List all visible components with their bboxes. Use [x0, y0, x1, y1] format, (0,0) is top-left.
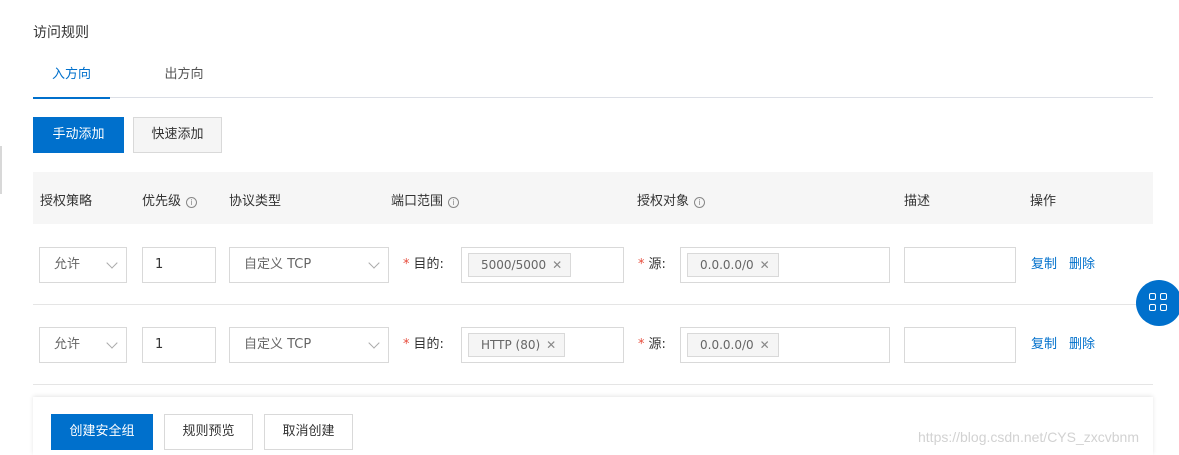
delete-link[interactable]: 删除 — [1069, 257, 1095, 272]
policy-select[interactable]: 允许 — [39, 247, 127, 283]
port-range-input[interactable]: HTTP (80) ✕ — [461, 327, 624, 363]
copy-link[interactable]: 复制 — [1031, 337, 1057, 352]
port-range-input[interactable]: 5000/5000 ✕ — [461, 247, 624, 283]
source-tag: 0.0.0.0/0 ✕ — [687, 253, 779, 277]
auth-object-input[interactable]: 0.0.0.0/0 ✕ — [680, 327, 890, 363]
info-icon[interactable]: i — [186, 197, 198, 208]
policy-select[interactable]: 允许 — [39, 327, 127, 363]
tab-outbound[interactable]: 出方向 — [164, 64, 204, 98]
info-icon[interactable]: i — [448, 197, 460, 208]
rule-preview-button[interactable]: 规则预览 — [164, 414, 253, 450]
chevron-down-icon — [106, 337, 118, 349]
table-header: 授权策略 优先级 i 协议类型 端口范围 i 授权对象 i 描述 操作 — [33, 172, 1153, 224]
manual-add-button[interactable]: 手动添加 — [33, 117, 124, 153]
chevron-down-icon — [368, 257, 380, 269]
direction-tabs: 入方向 出方向 — [33, 64, 1153, 99]
description-input[interactable] — [904, 247, 1016, 283]
create-security-group-button[interactable]: 创建安全组 — [51, 414, 153, 450]
header-priority: 优先级 i — [142, 190, 198, 209]
chevron-down-icon — [368, 337, 380, 349]
table-row: 允许 1 自定义 TCP * 目的: 5000/5000 ✕ * 源: 0.0.0.0… — [33, 225, 1153, 305]
cancel-create-button[interactable]: 取消创建 — [264, 414, 353, 450]
priority-input[interactable]: 1 — [142, 247, 216, 283]
watermark: https://blog.csdn.net/CYS_zxcvbnm — [918, 429, 1139, 445]
protocol-select[interactable]: 自定义 TCP — [229, 247, 389, 283]
delete-link[interactable]: 删除 — [1069, 337, 1095, 352]
tab-inbound[interactable]: 入方向 — [33, 64, 110, 99]
quick-add-button[interactable]: 快速添加 — [133, 117, 222, 153]
grid-menu-button[interactable] — [1136, 280, 1179, 326]
row-actions: 复制 删除 — [1031, 247, 1107, 283]
chevron-down-icon — [106, 257, 118, 269]
protocol-select[interactable]: 自定义 TCP — [229, 327, 389, 363]
port-tag: HTTP (80) ✕ — [468, 333, 566, 357]
port-tag: 5000/5000 ✕ — [468, 253, 572, 277]
header-actions: 操作 — [1030, 194, 1057, 209]
source-tag: 0.0.0.0/0 ✕ — [687, 333, 779, 357]
close-icon[interactable]: ✕ — [760, 338, 770, 352]
auth-object-input[interactable]: 0.0.0.0/0 ✕ — [680, 247, 890, 283]
source-label: * 源: — [638, 257, 666, 272]
port-label: * 目的: — [403, 337, 444, 352]
source-label: * 源: — [638, 337, 666, 352]
row-actions: 复制 删除 — [1031, 327, 1107, 363]
page-edge-marker — [0, 146, 2, 194]
header-auth-object: 授权对象 i — [637, 190, 706, 209]
table-row: 允许 1 自定义 TCP * 目的: HTTP (80) ✕ * 源: 0.0.0.0… — [33, 305, 1153, 385]
header-protocol: 协议类型 — [229, 194, 282, 209]
header-port-range: 端口范围 i — [391, 190, 460, 209]
header-policy: 授权策略 — [40, 194, 93, 209]
close-icon[interactable]: ✕ — [546, 338, 556, 352]
section-title: 访问规则 — [33, 25, 89, 41]
close-icon[interactable]: ✕ — [760, 258, 770, 272]
close-icon[interactable]: ✕ — [552, 258, 562, 272]
description-input[interactable] — [904, 327, 1016, 363]
footer-bar: 创建安全组 规则预览 取消创建 — [33, 397, 1153, 455]
port-label: * 目的: — [403, 257, 444, 272]
header-description: 描述 — [904, 194, 931, 209]
priority-input[interactable]: 1 — [142, 327, 216, 363]
copy-link[interactable]: 复制 — [1031, 257, 1057, 272]
info-icon[interactable]: i — [694, 197, 706, 208]
